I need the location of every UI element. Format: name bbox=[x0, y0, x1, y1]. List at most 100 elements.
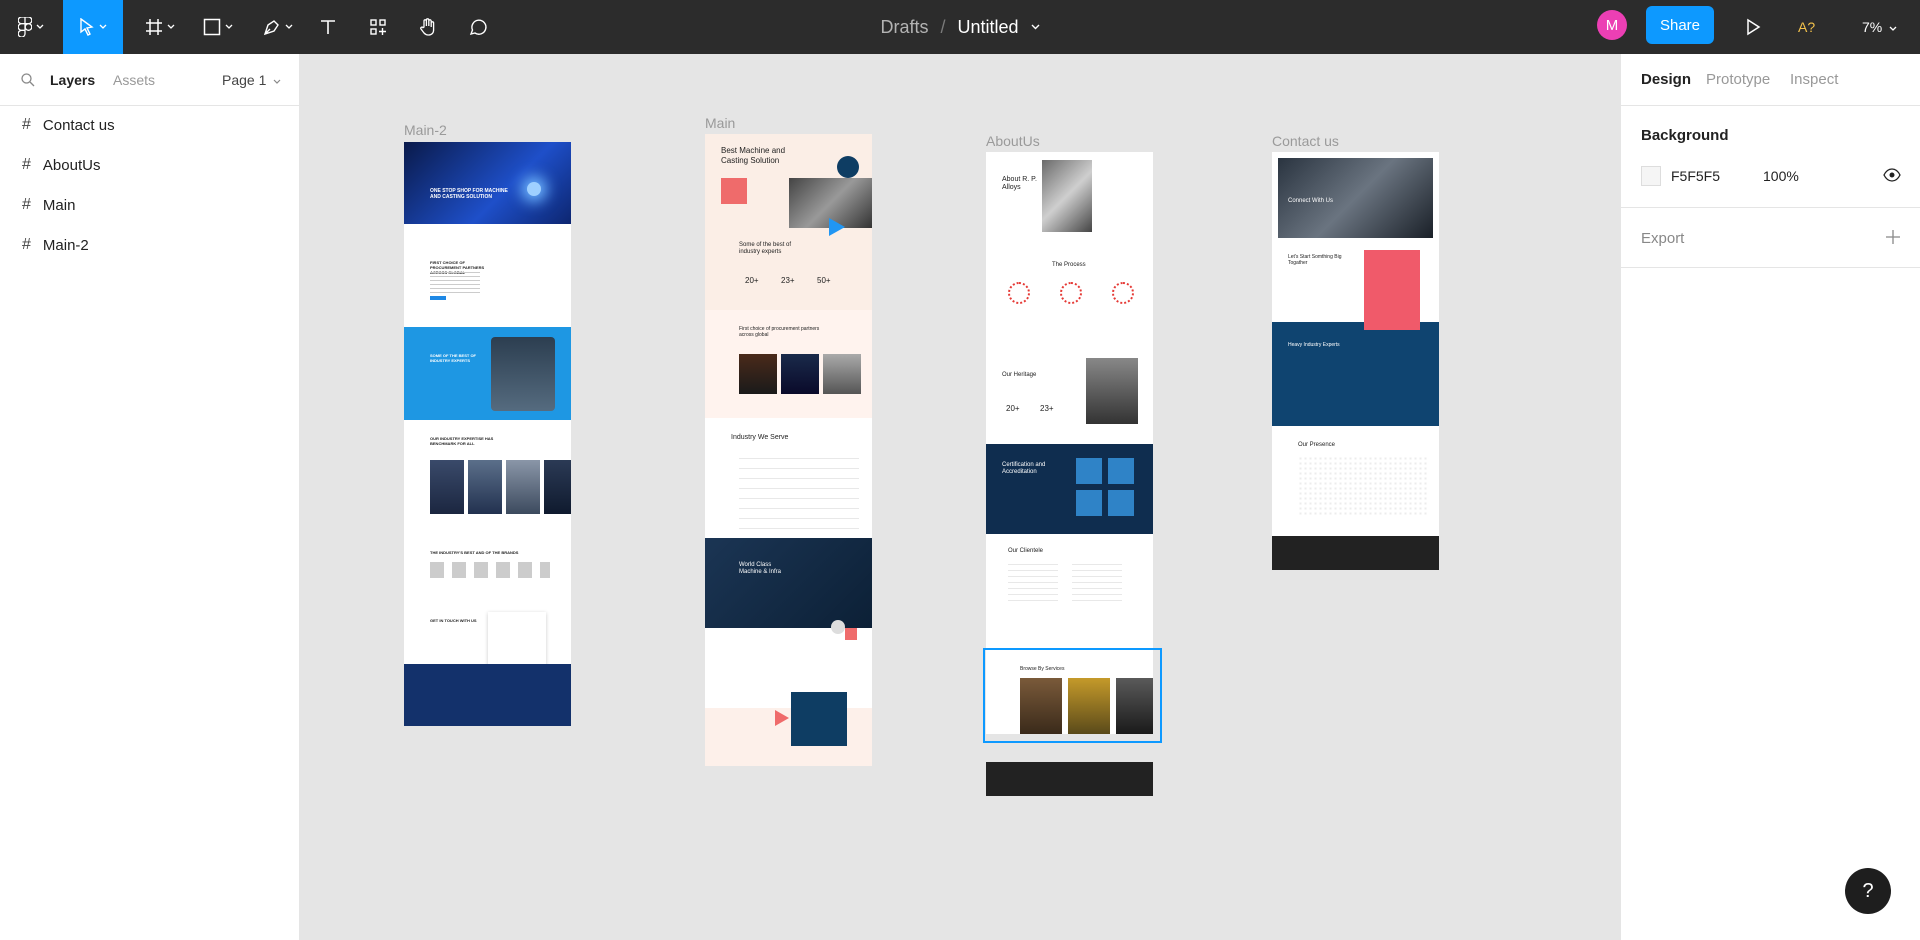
frame-label-main-2[interactable]: Main-2 bbox=[404, 122, 447, 138]
help-button[interactable]: ? bbox=[1845, 868, 1891, 914]
comment-tool-button[interactable] bbox=[464, 0, 492, 54]
present-play-icon[interactable] bbox=[1740, 15, 1764, 39]
frame-label-aboutus[interactable]: AboutUs bbox=[986, 133, 1040, 149]
stat-value: 20+ bbox=[1006, 404, 1020, 413]
divider bbox=[1621, 207, 1920, 208]
right-panel-tabs: Design Prototype Inspect bbox=[1621, 54, 1920, 106]
figma-logo-icon bbox=[18, 17, 32, 37]
industry-photo bbox=[781, 354, 819, 394]
chevron-down-icon bbox=[225, 24, 233, 29]
hand-tool-button[interactable] bbox=[413, 0, 443, 54]
hero-title: Best Machine and Casting Solution bbox=[721, 146, 786, 165]
testimonial-card bbox=[1072, 564, 1122, 604]
plus-add-export-icon[interactable] bbox=[1886, 230, 1900, 244]
section-title: Some of the best of industry experts bbox=[739, 242, 792, 255]
chevron-down-icon bbox=[36, 24, 44, 29]
rectangle-icon bbox=[203, 18, 221, 36]
section-title: THE INDUSTRY'S BEST AND OF THE BRANDS bbox=[430, 550, 519, 555]
document-name[interactable]: Untitled bbox=[958, 17, 1019, 38]
chevron-down-icon bbox=[99, 24, 107, 29]
breadcrumb-drafts[interactable]: Drafts bbox=[880, 17, 928, 38]
tab-assets[interactable]: Assets bbox=[113, 72, 155, 88]
background-hex-input[interactable]: F5F5F5 bbox=[1671, 168, 1720, 184]
resources-button[interactable] bbox=[364, 0, 392, 54]
industry-photo bbox=[823, 354, 861, 394]
background-opacity-input[interactable]: 100% bbox=[1763, 168, 1799, 184]
text-tool-button[interactable] bbox=[314, 0, 342, 54]
frame-label-contact-us[interactable]: Contact us bbox=[1272, 133, 1339, 149]
missing-fonts-button[interactable]: A? bbox=[1798, 15, 1815, 39]
zoom-dropdown[interactable]: 7% bbox=[1862, 15, 1897, 39]
layer-contact-us[interactable]: # Contact us bbox=[0, 105, 299, 145]
tab-inspect[interactable]: Inspect bbox=[1790, 71, 1838, 88]
frame-contact-us[interactable]: Connect With Us Let's Start Somthing Big… bbox=[1272, 152, 1439, 570]
search-icon[interactable] bbox=[20, 72, 36, 88]
frame-main[interactable]: Best Machine and Casting Solution Some o… bbox=[705, 134, 872, 766]
export-section-title: Export bbox=[1641, 230, 1685, 247]
page-name: Page 1 bbox=[222, 72, 267, 88]
cert-badge bbox=[1108, 458, 1134, 484]
frame-main-2[interactable]: ONE STOP SHOP FOR MACHINE AND CASTING SO… bbox=[404, 142, 571, 726]
hero-section: ONE STOP SHOP FOR MACHINE AND CASTING SO… bbox=[404, 142, 571, 224]
section-title: The Process bbox=[1052, 262, 1086, 268]
section-title: GET IN TOUCH WITH US bbox=[430, 618, 477, 623]
layer-main[interactable]: # Main bbox=[0, 185, 299, 225]
selection-outline[interactable] bbox=[983, 648, 1162, 743]
cert-badge bbox=[1076, 490, 1102, 516]
cert-badge bbox=[1108, 490, 1134, 516]
section-title: First choice of procurement partners acr… bbox=[739, 326, 820, 338]
text-t-icon bbox=[321, 20, 335, 34]
contact-card bbox=[791, 692, 847, 746]
page-selector[interactable]: Page 1 bbox=[222, 72, 281, 88]
stat-value: 23+ bbox=[781, 276, 795, 285]
design-canvas[interactable]: Main-2 ONE STOP SHOP FOR MACHINE AND CAS… bbox=[300, 54, 1620, 940]
stat-value: 50+ bbox=[817, 276, 831, 285]
tab-design[interactable]: Design bbox=[1641, 71, 1691, 88]
section-title: Heavy Industry Experts bbox=[1288, 342, 1340, 348]
experts-section: SOME OF THE BEST OF INDUSTRY EXPERTS bbox=[404, 327, 571, 420]
chevron-down-icon[interactable] bbox=[1031, 24, 1040, 30]
layer-main-2[interactable]: # Main-2 bbox=[0, 225, 299, 265]
process-icon bbox=[1008, 282, 1030, 304]
share-button[interactable]: Share bbox=[1646, 6, 1714, 44]
section-title: Our Presence bbox=[1298, 442, 1336, 448]
industry-photo bbox=[739, 354, 777, 394]
comment-bubble-icon bbox=[469, 19, 487, 36]
certification-section: Certification and Accreditation bbox=[986, 444, 1153, 534]
procurement-section: First choice of procurement partners acr… bbox=[705, 310, 872, 418]
top-toolbar: Drafts / Untitled M Share A? 7% bbox=[0, 0, 1920, 54]
tab-prototype[interactable]: Prototype bbox=[1706, 71, 1770, 88]
process-icon bbox=[1112, 282, 1134, 304]
brand-logos bbox=[430, 562, 550, 578]
layer-aboutus[interactable]: # AboutUs bbox=[0, 145, 299, 185]
layer-label: Main bbox=[42, 196, 76, 214]
worker-photo bbox=[1042, 160, 1092, 232]
frame-label-main[interactable]: Main bbox=[705, 115, 735, 131]
pen-tool-button[interactable] bbox=[256, 0, 300, 54]
left-panel-tabs: Layers Assets Page 1 bbox=[0, 54, 299, 106]
industry-card bbox=[544, 460, 571, 514]
main-menu-button[interactable] bbox=[8, 0, 54, 54]
decor-circle bbox=[837, 156, 859, 178]
properties-panel: Design Prototype Inspect Background F5F5… bbox=[1620, 54, 1920, 940]
section-title: Certification and Accreditation bbox=[1002, 462, 1046, 475]
text-lines bbox=[430, 272, 480, 294]
stat-value: 23+ bbox=[1040, 404, 1054, 413]
chevron-down-icon bbox=[167, 24, 175, 29]
frame-hash-icon bbox=[146, 19, 162, 35]
industry-card bbox=[506, 460, 540, 514]
stat-value: 20+ bbox=[745, 276, 759, 285]
hero-section: Best Machine and Casting Solution Some o… bbox=[705, 134, 872, 310]
shape-tool-button[interactable] bbox=[196, 0, 240, 54]
frame-tool-button[interactable] bbox=[138, 0, 182, 54]
eye-visibility-icon[interactable] bbox=[1883, 168, 1901, 182]
world-map bbox=[1298, 456, 1428, 516]
welding-spark bbox=[527, 182, 541, 196]
worker-photo bbox=[491, 337, 555, 411]
cursor-arrow-icon bbox=[80, 18, 94, 36]
tab-layers[interactable]: Layers bbox=[50, 72, 95, 88]
background-color-swatch[interactable] bbox=[1641, 166, 1661, 186]
background-section-title: Background bbox=[1641, 127, 1729, 144]
move-tool-button[interactable] bbox=[63, 0, 123, 54]
user-avatar[interactable]: M bbox=[1597, 10, 1627, 40]
